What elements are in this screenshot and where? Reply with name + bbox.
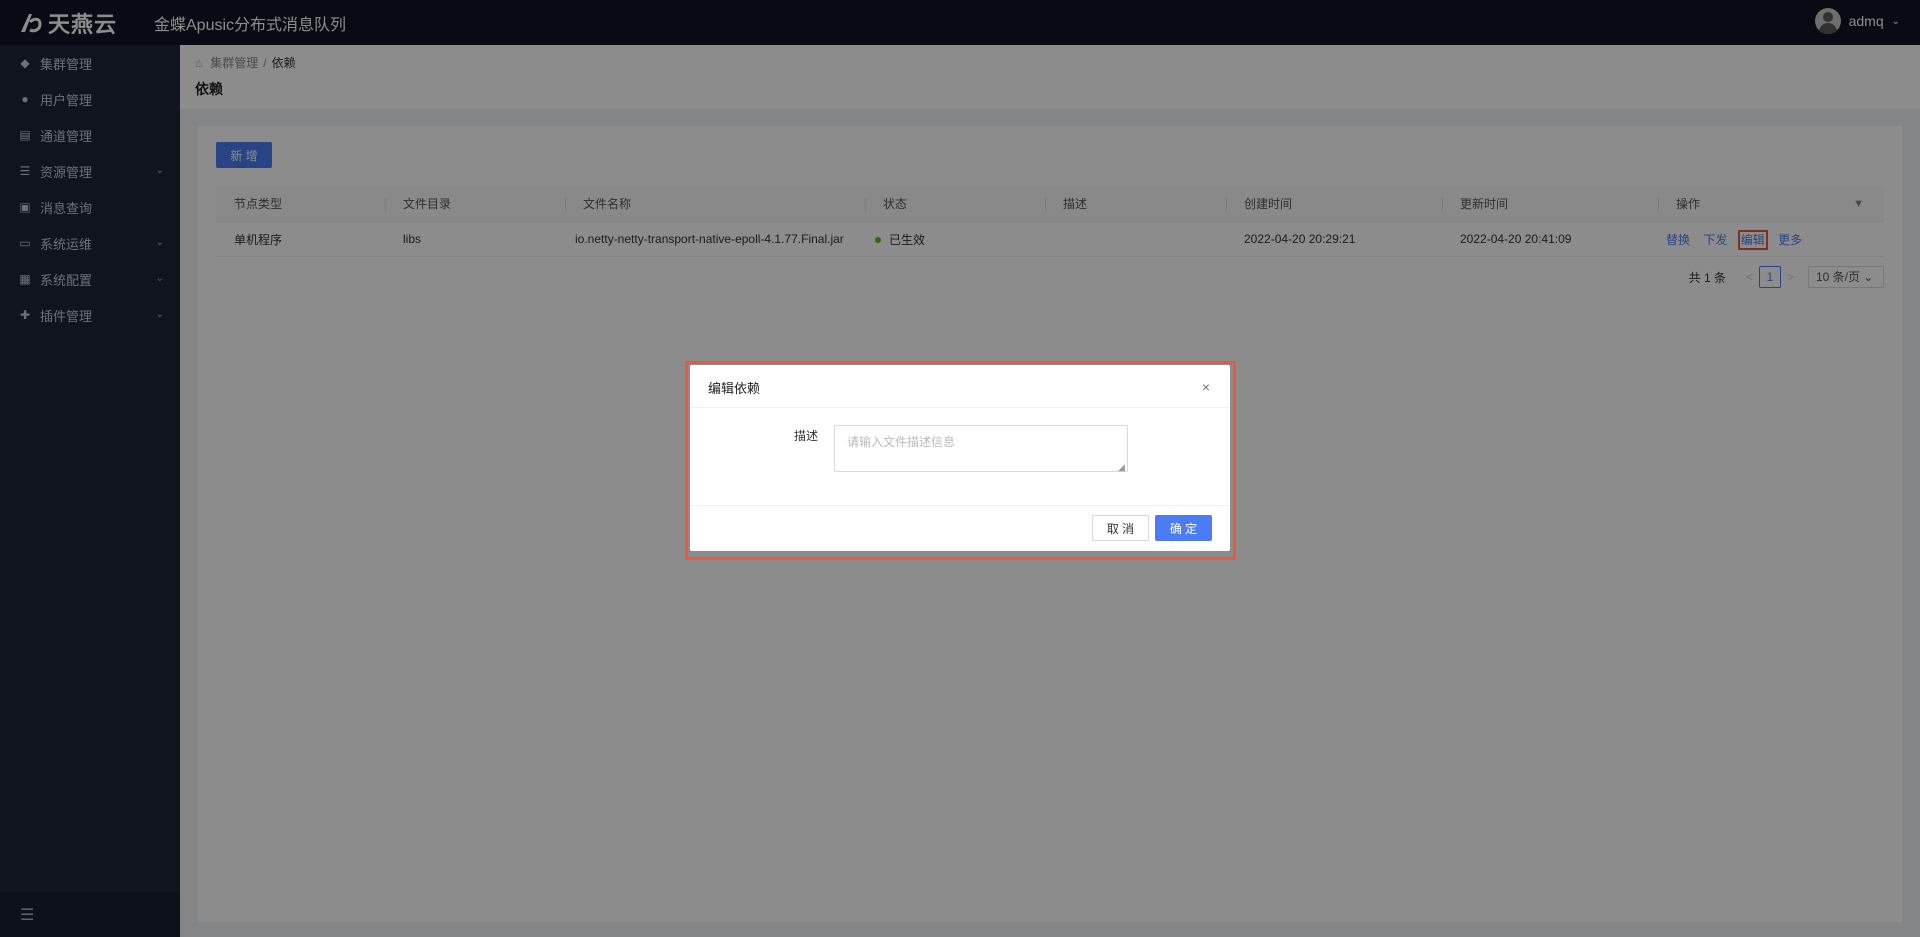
resize-handle-icon[interactable]: ◢ xyxy=(1118,462,1125,473)
description-label: 描述 xyxy=(794,429,819,443)
cancel-button[interactable]: 取 消 xyxy=(1092,515,1149,541)
modal-body: 描述 ◢ xyxy=(690,408,1230,505)
close-icon[interactable]: × xyxy=(1202,379,1210,395)
confirm-button[interactable]: 确 定 xyxy=(1155,515,1212,541)
description-field[interactable] xyxy=(834,425,1128,472)
edit-dependency-dialog: 编辑依赖 × 描述 ◢ 取 消 确 定 xyxy=(690,365,1230,551)
modal-footer: 取 消 确 定 xyxy=(690,505,1230,551)
modal-title: 编辑依赖 xyxy=(708,381,761,396)
modal-header: 编辑依赖 × xyxy=(690,365,1230,408)
